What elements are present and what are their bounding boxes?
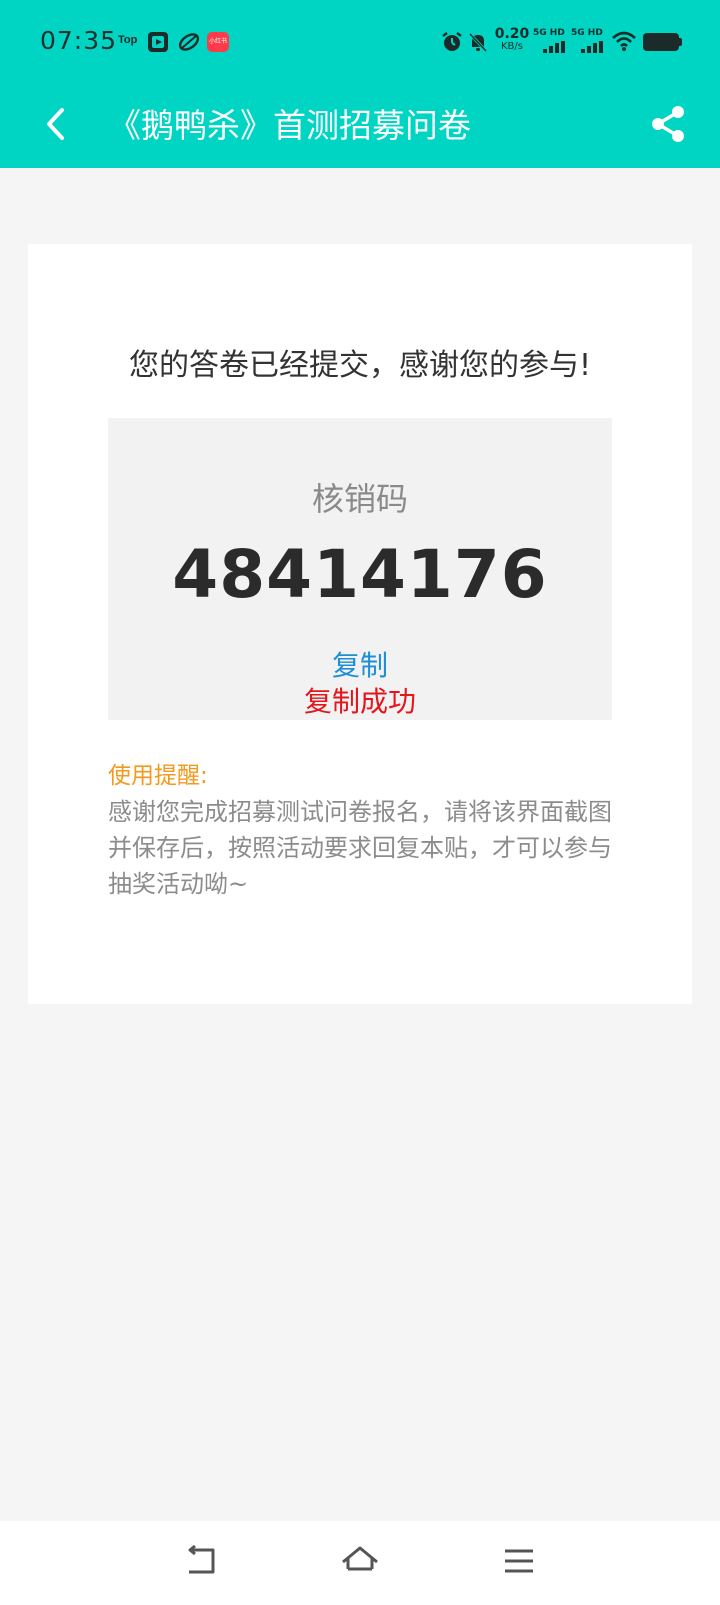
nav-back-button[interactable] <box>175 1539 227 1587</box>
net-speed: 0.20 KB/s <box>493 27 531 53</box>
signal-icon: 5G HD <box>571 28 603 53</box>
battery-icon <box>643 33 682 51</box>
sim1-label: 5G HD <box>533 28 565 38</box>
page-title: 《鹅鸭杀》首测招募问卷 <box>108 106 471 145</box>
tip-text: 感谢您完成招募测试问卷报名，请将该界面截图并保存后，按照活动要求回复本贴，才可以… <box>108 798 612 898</box>
status-time: 07:35 <box>40 26 118 55</box>
result-card: 您的答卷已经提交，感谢您的参与! 核销码 48414176 复制 复制成功 使用… <box>28 244 692 1004</box>
copy-button[interactable]: 复制 <box>310 644 410 684</box>
status-bar: 07:35 Top 小红书 0.20 KB/s 5G HD 5G HD <box>0 0 720 84</box>
verification-code-box: 核销码 48414176 复制 复制成功 <box>108 418 612 720</box>
wifi-icon <box>611 30 637 56</box>
copy-success-message: 复制成功 <box>303 685 416 718</box>
share-button[interactable] <box>640 98 696 154</box>
home-icon <box>340 1545 380 1581</box>
video-app-icon <box>148 32 168 52</box>
code-value: 48414176 <box>172 536 548 613</box>
back-nav-icon <box>183 1544 219 1581</box>
red-app-icon: 小红书 <box>207 32 229 52</box>
net-speed-unit: KB/s <box>501 41 523 52</box>
signal-icon: 5G HD <box>533 28 565 53</box>
app-bar: 《鹅鸭杀》首测招募问卷 <box>0 84 720 168</box>
back-button[interactable] <box>28 98 84 154</box>
submitted-message: 您的答卷已经提交，感谢您的参与! <box>128 348 592 383</box>
mute-icon <box>467 31 489 57</box>
alarm-icon <box>441 31 463 57</box>
nav-menu-button[interactable] <box>493 1539 545 1587</box>
system-nav-bar <box>0 1521 720 1605</box>
nav-home-button[interactable] <box>334 1539 386 1587</box>
code-label: 核销码 <box>311 480 408 518</box>
leaf-app-icon <box>178 32 200 56</box>
tip-title: 使用提醒: <box>108 763 208 789</box>
menu-icon <box>503 1547 535 1579</box>
sim2-label: 5G HD <box>571 28 603 38</box>
top-app-icon: Top <box>118 34 138 46</box>
net-speed-value: 0.20 <box>494 26 530 42</box>
back-arrow-icon <box>44 106 68 146</box>
share-icon <box>650 105 686 147</box>
